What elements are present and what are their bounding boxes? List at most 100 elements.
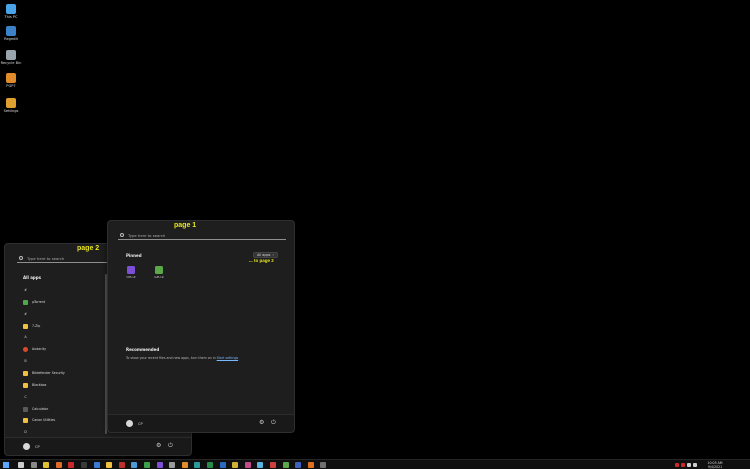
chevron-right-icon: › [272, 253, 274, 257]
desktop-icon-label: Regedit [4, 37, 18, 41]
app-pink-icon[interactable] [244, 462, 251, 468]
app-green-icon[interactable] [144, 462, 150, 468]
windows-logo-icon [3, 462, 6, 465]
start-menu-pinned: Type here to search Pinned All apps › CP… [107, 220, 295, 433]
user-name[interactable]: CP [138, 422, 143, 426]
regedit-icon [6, 26, 16, 36]
taskbar: 10:05 AM 9/4/2021 [0, 459, 750, 469]
pinned-app-label: GPU-Z [154, 275, 164, 279]
desktop: This PC Regedit Recycle Bin PGP7 Setting… [0, 0, 750, 469]
list-item[interactable]: Canon Utilities [23, 416, 55, 424]
letter-header[interactable]: C [23, 395, 28, 399]
user-name[interactable]: CP [35, 445, 40, 449]
clock[interactable]: 10:05 AM 9/4/2021 [700, 461, 730, 469]
settings-gear-icon[interactable]: ⚙ [156, 443, 161, 449]
app-blue-icon[interactable] [93, 462, 100, 468]
excel-icon[interactable] [207, 462, 213, 468]
tray-network-icon[interactable] [687, 463, 691, 467]
search-icon[interactable] [18, 462, 24, 468]
search-box[interactable]: Type here to search [17, 254, 107, 263]
app-label: Canon Utilities [32, 418, 56, 422]
desktop-icon-this-pc[interactable]: This PC [2, 4, 20, 19]
app-red2-icon[interactable] [118, 462, 125, 468]
app-label: 7-Zip [32, 324, 41, 328]
app-orange-icon[interactable] [181, 462, 188, 468]
app-teal-icon[interactable] [194, 462, 201, 468]
list-item[interactable]: 7-Zip [23, 322, 40, 330]
list-item[interactable]: Bitdefender Security [23, 369, 65, 377]
tray-red2-icon[interactable] [681, 463, 685, 467]
desktop-icon-label: This PC [4, 15, 18, 19]
calculator-icon [23, 406, 28, 412]
desktop-icon-recycle-bin[interactable]: Recycle Bin [0, 50, 22, 65]
list-item[interactable]: Calculator [23, 405, 48, 413]
recommended-title: Recommended [126, 347, 160, 352]
letter-header[interactable]: A [23, 335, 28, 339]
app-green2-icon[interactable] [282, 462, 289, 468]
app-blue3-icon[interactable] [295, 462, 302, 468]
chrome-icon[interactable] [43, 462, 50, 468]
explorer-icon[interactable] [106, 462, 113, 468]
search-input[interactable]: Type here to search [128, 233, 165, 238]
search-box[interactable]: Type here to search [118, 231, 286, 240]
power-icon[interactable]: ⏻ [168, 443, 173, 449]
search-icon [120, 233, 124, 237]
all-apps-title: All apps [23, 275, 42, 280]
desktop-icon-label: Recycle Bin [0, 61, 22, 65]
settings-gear-icon [6, 98, 16, 108]
letter-header[interactable]: B [23, 359, 28, 363]
desktop-icon-settings[interactable]: Settings [2, 98, 20, 113]
pinned-app-gpu-z[interactable]: GPU-Z [152, 266, 166, 279]
annotation-to-page2: ... to page 2 [249, 258, 274, 263]
search-input[interactable]: Type here to search [27, 256, 64, 261]
recommended-description: To show your recent files and new apps, … [126, 356, 238, 360]
list-item: # [23, 286, 28, 294]
computer-icon [6, 4, 16, 14]
list-item[interactable]: Blackbox [23, 381, 46, 389]
app-gray-icon[interactable] [169, 462, 176, 468]
letter-header[interactable]: # [23, 288, 28, 292]
search-icon [19, 256, 23, 260]
app-blue2-icon[interactable] [219, 462, 226, 468]
letter-header[interactable]: D [23, 430, 28, 434]
utorrent-icon [23, 299, 28, 305]
start-button[interactable] [3, 462, 9, 468]
annotation-page2: page 2 [77, 245, 100, 252]
terminal-icon[interactable] [81, 462, 87, 468]
recycle-bin-icon [6, 50, 16, 60]
start-settings-link[interactable]: Start settings [217, 356, 239, 360]
windows-logo-icon [6, 465, 9, 468]
app-red3-icon[interactable] [270, 462, 276, 468]
avatar[interactable] [126, 420, 133, 427]
desktop-icon-regedit[interactable]: Regedit [2, 26, 20, 41]
app-orange2-icon[interactable] [307, 462, 314, 468]
pinned-app-label: CPU-Z [126, 275, 136, 279]
list-item: D [23, 428, 28, 436]
list-item: B [23, 357, 28, 365]
app-yellow-icon[interactable] [232, 462, 239, 468]
task-view-icon[interactable] [30, 462, 37, 468]
app-label: Bitdefender Security [32, 371, 65, 375]
firefox-icon[interactable] [55, 462, 62, 468]
pinned-app-cpu-z[interactable]: CPU-Z [124, 266, 138, 279]
app-lightblue-icon[interactable] [257, 462, 264, 468]
cpu-z-icon [127, 266, 135, 274]
letter-header[interactable]: # [23, 312, 28, 316]
app-label: Audacity [32, 347, 46, 351]
desktop-icon-pgp7[interactable]: PGP7 [2, 73, 20, 88]
app-purple-icon[interactable] [156, 462, 163, 468]
list-item[interactable]: Audacity [23, 345, 46, 353]
list-item: # [23, 310, 28, 318]
folder-icon [23, 417, 28, 423]
power-icon[interactable]: ⏻ [271, 420, 276, 426]
tray-volume-icon[interactable] [693, 463, 697, 467]
avatar[interactable] [23, 443, 30, 450]
app-gray2-icon[interactable] [320, 462, 327, 468]
tray-red-icon[interactable] [675, 463, 679, 467]
settings-gear-icon[interactable]: ⚙ [259, 420, 264, 426]
list-item[interactable]: µTorrent [23, 298, 45, 306]
gpu-z-icon [155, 266, 163, 274]
folder-icon [23, 382, 28, 388]
media-icon[interactable] [131, 462, 138, 468]
app-red-icon[interactable] [68, 462, 75, 468]
